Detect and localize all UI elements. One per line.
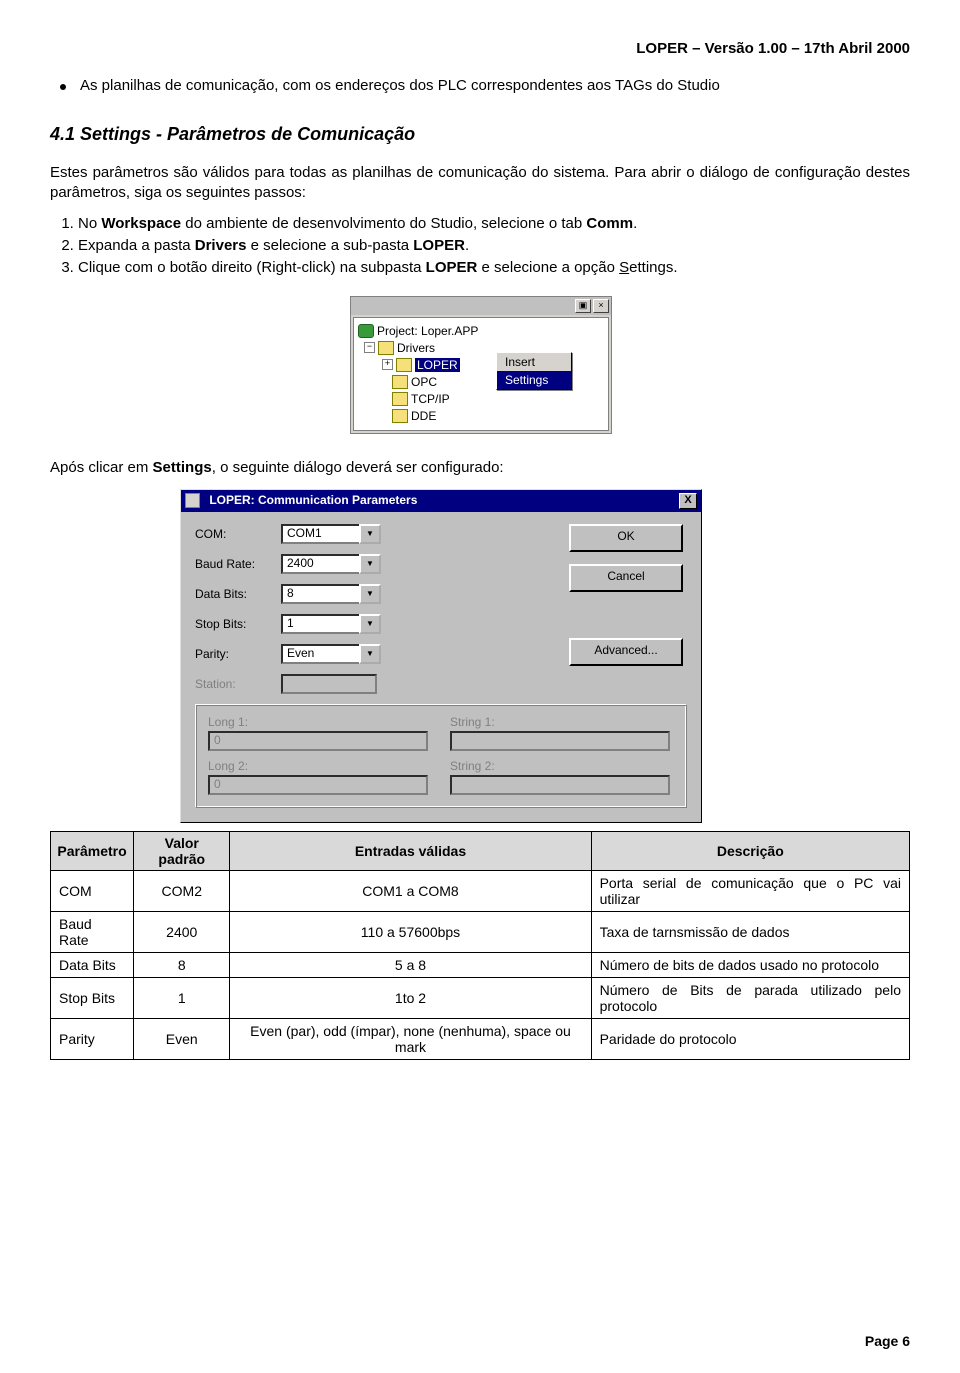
folder-open-icon — [378, 341, 394, 355]
page-header: LOPER – Versão 1.00 – 17th Abril 2000 — [50, 40, 910, 57]
table-header-row: Parâmetro Valor padrão Entradas válidas … — [51, 831, 910, 870]
step-1: No Workspace do ambiente de desenvolvime… — [78, 214, 910, 234]
label-long1: Long 1: — [208, 715, 432, 729]
section-heading: 4.1 Settings - Parâmetros de Comunicação — [50, 124, 910, 145]
label-string1: String 1: — [450, 715, 674, 729]
com-dropdown[interactable]: COM1 ▼ — [281, 524, 381, 544]
dialog-group: Long 1: 0 String 1: Long 2: 0 String 2: — [195, 704, 687, 808]
tree-root[interactable]: Project: Loper.APP — [356, 322, 606, 339]
step-3: Clique com o botão direito (Right-click)… — [78, 258, 910, 278]
close-button[interactable]: X — [679, 493, 697, 509]
th-valid: Entradas válidas — [230, 831, 591, 870]
workspace-titlebar: ▣ × — [351, 297, 611, 315]
string2-input — [450, 775, 670, 795]
context-menu-settings[interactable]: Settings — [497, 371, 571, 389]
tree-label-selected: LOPER — [415, 358, 460, 372]
tree-dde[interactable]: DDE — [356, 407, 606, 424]
chevron-down-icon[interactable]: ▼ — [359, 584, 381, 604]
label-stopbits: Stop Bits: — [195, 617, 281, 631]
paragraph-after-tree: Após clicar em Settings, o seguinte diál… — [50, 458, 910, 478]
dialog-title-text: LOPER: Communication Parameters — [209, 493, 417, 507]
folder-icon — [392, 409, 408, 423]
cancel-button[interactable]: Cancel — [569, 564, 683, 592]
label-com: COM: — [195, 527, 281, 541]
baud-value: 2400 — [281, 554, 359, 574]
context-menu-insert[interactable]: Insert — [497, 353, 571, 371]
bullet-icon — [60, 84, 66, 90]
tree-label: TCP/IP — [411, 392, 450, 406]
advanced-button[interactable]: Advanced... — [569, 638, 683, 666]
chevron-down-icon[interactable]: ▼ — [359, 554, 381, 574]
paragraph-intro: Estes parâmetros são válidos para todas … — [50, 163, 910, 204]
table-row: Baud Rate 2400 110 a 57600bps Taxa de ta… — [51, 911, 910, 952]
chevron-down-icon[interactable]: ▼ — [359, 524, 381, 544]
close-icon[interactable]: × — [593, 299, 609, 313]
folder-icon — [392, 375, 408, 389]
label-station: Station: — [195, 677, 281, 691]
parity-dropdown[interactable]: Even ▼ — [281, 644, 381, 664]
label-long2: Long 2: — [208, 759, 432, 773]
folder-icon — [396, 358, 412, 372]
steps-list: No Workspace do ambiente de desenvolvime… — [50, 214, 910, 279]
label-databits: Data Bits: — [195, 587, 281, 601]
context-menu: Insert Settings — [496, 352, 572, 390]
table-row: Data Bits 8 5 a 8 Número de bits de dado… — [51, 952, 910, 977]
collapse-icon[interactable]: − — [364, 342, 375, 353]
th-desc: Descrição — [591, 831, 909, 870]
folder-icon — [392, 392, 408, 406]
bullet-text: As planilhas de comunicação, com os ende… — [80, 77, 720, 94]
table-row: Parity Even Even (par), odd (ímpar), non… — [51, 1018, 910, 1059]
table-row: COM COM2 COM1 a COM8 Porta serial de com… — [51, 870, 910, 911]
chevron-down-icon[interactable]: ▼ — [359, 644, 381, 664]
long1-input: 0 — [208, 731, 428, 751]
label-parity: Parity: — [195, 647, 281, 661]
expand-icon[interactable]: + — [382, 359, 393, 370]
workspace-screenshot: ▣ × Project: Loper.APP − Drivers + — [350, 296, 610, 434]
chevron-down-icon[interactable]: ▼ — [359, 614, 381, 634]
long2-input: 0 — [208, 775, 428, 795]
project-icon — [358, 324, 374, 338]
th-default: Valor padrão — [134, 831, 230, 870]
parity-value: Even — [281, 644, 359, 664]
th-param: Parâmetro — [51, 831, 134, 870]
page-footer: Page 6 — [865, 1333, 910, 1349]
databits-dropdown[interactable]: 8 ▼ — [281, 584, 381, 604]
dialog-app-icon — [185, 493, 200, 508]
tree-label: DDE — [411, 409, 436, 423]
ok-button[interactable]: OK — [569, 524, 683, 552]
dock-icon[interactable]: ▣ — [575, 299, 591, 313]
label-baud: Baud Rate: — [195, 557, 281, 571]
tree-label: OPC — [411, 375, 437, 389]
dialog-titlebar: LOPER: Communication Parameters X — [181, 490, 701, 512]
string1-input — [450, 731, 670, 751]
table-row: Stop Bits 1 1to 2 Número de Bits de para… — [51, 977, 910, 1018]
comm-params-dialog: LOPER: Communication Parameters X OK Can… — [180, 489, 702, 823]
stopbits-value: 1 — [281, 614, 359, 634]
baud-dropdown[interactable]: 2400 ▼ — [281, 554, 381, 574]
tree-label: Drivers — [397, 341, 435, 355]
step-2: Expanda a pasta Drivers e selecione a su… — [78, 236, 910, 256]
tree-tcpip[interactable]: TCP/IP — [356, 390, 606, 407]
station-input — [281, 674, 377, 694]
com-value: COM1 — [281, 524, 359, 544]
databits-value: 8 — [281, 584, 359, 604]
label-string2: String 2: — [450, 759, 674, 773]
bullet-item: As planilhas de comunicação, com os ende… — [60, 77, 910, 94]
stopbits-dropdown[interactable]: 1 ▼ — [281, 614, 381, 634]
params-table: Parâmetro Valor padrão Entradas válidas … — [50, 831, 910, 1060]
tree-label: Project: Loper.APP — [377, 324, 478, 338]
